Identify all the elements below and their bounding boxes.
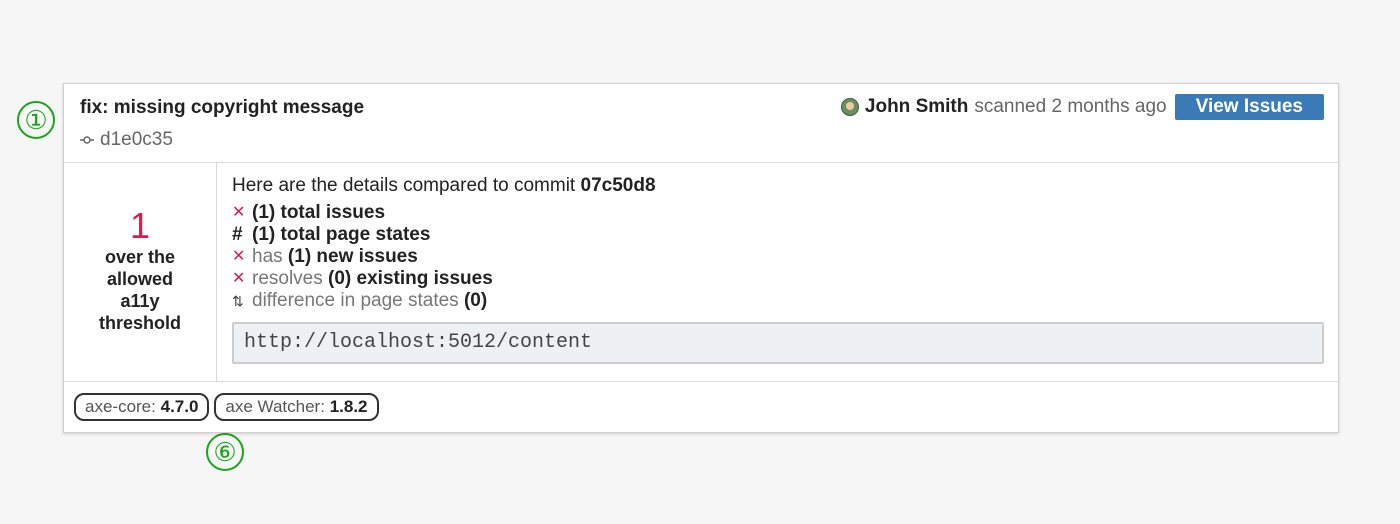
axe-watcher-version: 1.8.2 (329, 397, 368, 416)
compare-prefix: Here are the details compared to commit (232, 175, 576, 196)
callout-6: ⑥ (206, 433, 244, 471)
new-issues-value: (1) new issues (287, 246, 418, 267)
user-name: John Smith (864, 96, 969, 117)
scan-card: fix: missing copyright message d1e0c35 J… (63, 83, 1339, 433)
axe-watcher-label: axe Watcher: (225, 397, 325, 416)
scanned-time: scanned 2 months ago (974, 96, 1167, 117)
scan-body: 1 over the allowed a11y threshold Here a… (64, 162, 1338, 382)
threshold-panel: 1 over the allowed a11y threshold (64, 162, 217, 381)
scan-header: fix: missing copyright message d1e0c35 J… (64, 84, 1338, 163)
x-icon: ✕ (232, 248, 246, 265)
scan-info: John Smith scanned 2 months ago View Iss… (840, 94, 1324, 120)
callout-1: ① (17, 101, 55, 139)
difference-value: (0) (463, 290, 488, 311)
resolves-prefix: resolves (252, 268, 323, 289)
threshold-count: 1 (129, 205, 151, 246)
hash-icon: # (232, 224, 243, 245)
stat-resolves: ✕ resolves (0) existing issues (232, 268, 1324, 290)
commit-icon (80, 136, 94, 144)
new-issues-prefix: has (252, 246, 283, 267)
details-panel: Here are the details compared to commit … (232, 175, 1324, 364)
stat-total-page-states: # (1) total page states (232, 224, 1324, 246)
commit-hash-row: d1e0c35 (80, 129, 173, 151)
view-issues-button[interactable]: View Issues (1174, 94, 1324, 120)
threshold-label: over the allowed a11y threshold (98, 247, 181, 333)
x-icon: ✕ (232, 204, 246, 221)
resolves-value: (0) existing issues (328, 268, 493, 289)
commit-title: fix: missing copyright message (80, 97, 365, 118)
stat-total-issues: ✕ (1) total issues (232, 202, 1324, 224)
axe-watcher-badge: axe Watcher: 1.8.2 (214, 393, 379, 421)
compare-commit: 07c50d8 (580, 175, 656, 196)
commit-hash: d1e0c35 (100, 129, 173, 150)
compare-line: Here are the details compared to commit … (232, 175, 1324, 197)
total-issues-text: (1) total issues (252, 202, 386, 223)
axe-core-badge: axe-core: 4.7.0 (74, 393, 210, 421)
axe-core-label: axe-core: (85, 397, 156, 416)
total-page-states-text: (1) total page states (252, 224, 431, 245)
sort-icon: ⇅ (232, 293, 244, 309)
stat-difference: ⇅ difference in page states (0) (232, 290, 1324, 312)
avatar (840, 98, 859, 116)
page-url[interactable]: http://localhost:5012/content (232, 322, 1324, 364)
difference-prefix: difference in page states (252, 290, 459, 311)
x-icon: ✕ (232, 270, 246, 287)
axe-core-version: 4.7.0 (160, 397, 199, 416)
scan-footer: axe-core: 4.7.0 axe Watcher: 1.8.2 (64, 381, 1338, 433)
stat-new-issues: ✕ has (1) new issues (232, 246, 1324, 268)
